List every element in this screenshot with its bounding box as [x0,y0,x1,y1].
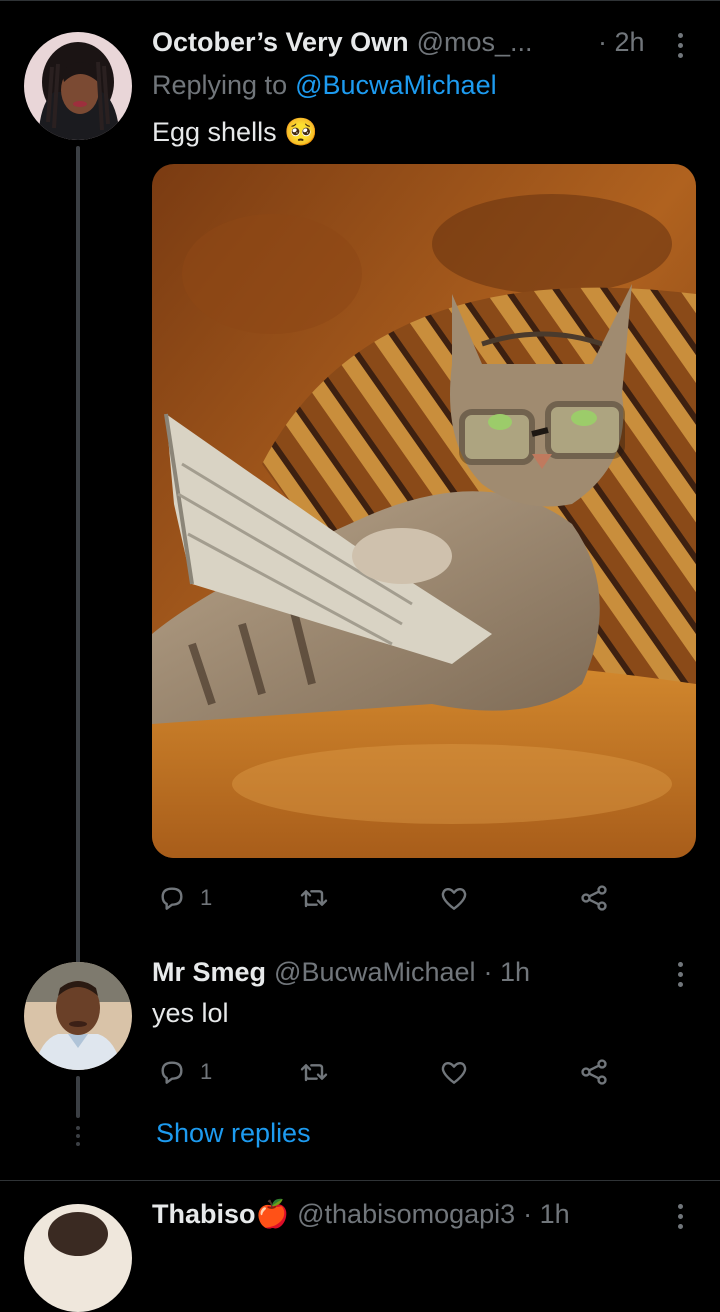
retweet-icon [300,890,328,908]
replying-handle-link[interactable]: @BucwaMichael [295,70,497,101]
share-icon [581,885,607,911]
thread-line [76,146,80,964]
reply-button[interactable]: 1 [156,882,212,914]
author-handle-2[interactable]: @BucwaMichael [274,957,476,988]
tweet-time-3[interactable]: · 1h [523,1199,570,1230]
replying-prefix: Replying to [152,70,288,100]
author-name[interactable]: October’s Very Own [152,27,409,58]
share-icon [581,1059,607,1085]
retweet-button-2[interactable] [298,1056,330,1088]
like-button[interactable] [438,882,470,914]
tweet-photo[interactable] [152,164,696,858]
replying-to: Replying to @BucwaMichael [152,70,497,101]
show-replies-link[interactable]: Show replies [156,1118,311,1149]
reply-count: 1 [200,885,213,910]
reply-icon [161,887,183,910]
reply-button-2[interactable]: 1 [156,1056,212,1088]
tweet-divider [0,1180,720,1181]
tweet-time-2[interactable]: · 1h [484,957,531,988]
author-name-3[interactable]: Thabiso🍎 [152,1198,289,1230]
like-icon [441,1061,467,1084]
like-button-2[interactable] [438,1056,470,1088]
reply-icon [161,1061,183,1084]
more-vertical-icon[interactable] [676,33,684,63]
tweet-text: Egg shells 🥺 [152,117,318,147]
retweet-button[interactable] [298,882,330,914]
share-button-2[interactable] [578,1056,610,1088]
avatar-mr-smeg[interactable] [24,962,132,1070]
tweet-time[interactable]: · 2h [598,27,645,58]
more-vertical-icon[interactable] [676,962,684,992]
retweet-icon [300,1064,328,1082]
top-divider [0,0,720,1]
author-name-2[interactable]: Mr Smeg [152,957,266,988]
avatar-octobers-very-own[interactable] [24,32,132,140]
author-handle-3[interactable]: @thabisomogapi3 [297,1199,515,1230]
more-vertical-icon[interactable] [676,1204,684,1234]
avatar-thabiso[interactable] [24,1204,132,1312]
reply-count-2: 1 [200,1059,213,1084]
thread-line-2 [76,1076,80,1118]
like-icon [441,887,467,910]
author-handle[interactable]: @mos_... [417,27,533,58]
thread-dots [76,1126,80,1150]
tweet-text-2: yes lol [152,998,229,1028]
share-button[interactable] [578,882,610,914]
